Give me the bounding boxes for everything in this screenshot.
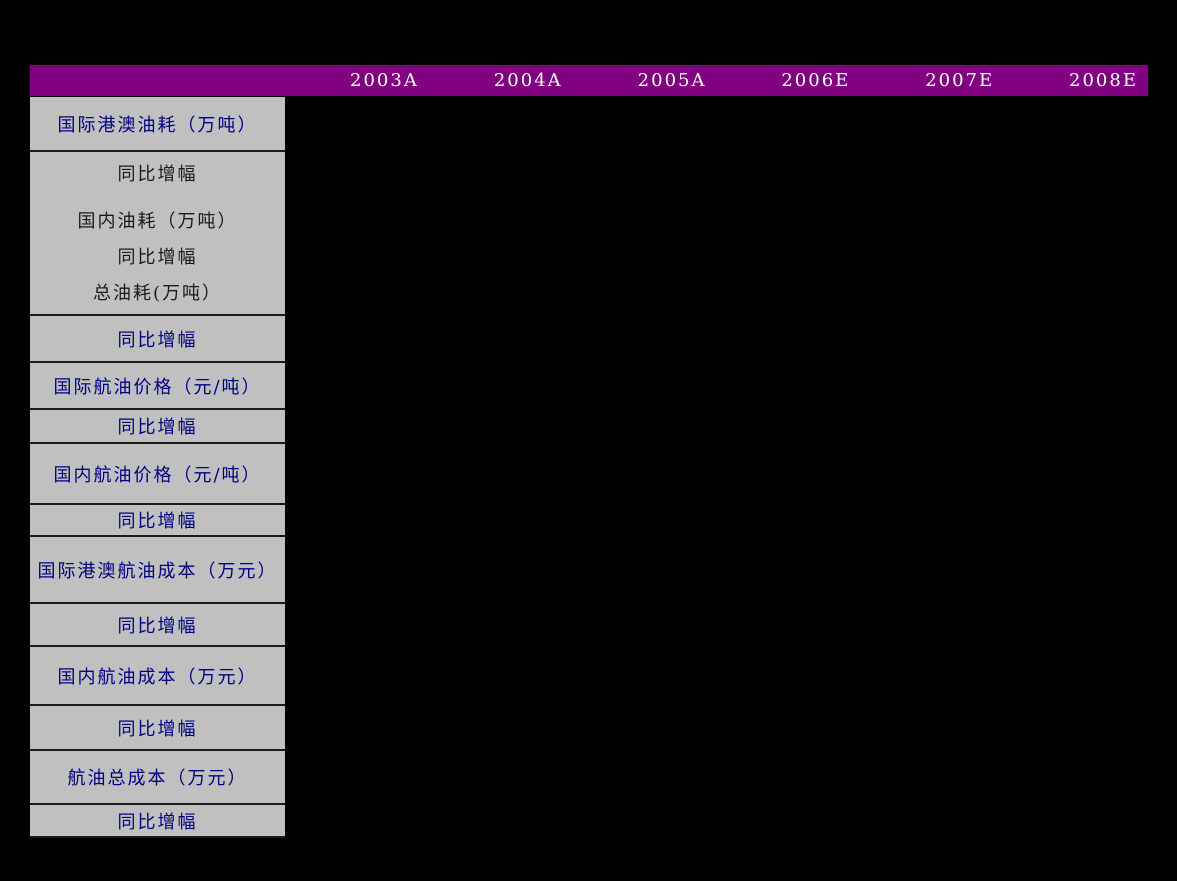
year-header-2005a: 2005A (637, 70, 707, 91)
row-header-intl-hk-macau-oil-consumption: 国际港澳油耗（万吨） (30, 97, 285, 152)
year-header-row: 2003A 2004A 2005A 2006E 2007E 2008E (30, 65, 1148, 96)
row-header-yoy-growth-domestic-cost: 同比增幅 (30, 706, 285, 751)
row-header-yoy-growth-total-consumption: 同比增幅 (30, 316, 285, 363)
row-header-yoy-growth-total-cost: 同比增幅 (30, 805, 285, 838)
row-header-domestic-jet-fuel-price: 国内航油价格（元/吨） (30, 444, 285, 505)
row-header-intl-hk-macau-jet-fuel-cost: 国际港澳航油成本（万元） (30, 537, 285, 604)
year-header-2008e: 2008E (1069, 70, 1138, 91)
row-header-total-jet-fuel-cost: 航油总成本（万元） (30, 751, 285, 805)
header-spacer (30, 65, 285, 96)
row-header-yoy-growth-intl-cost: 同比增幅 (30, 604, 285, 647)
row-header-yoy-growth-domestic-consumption: 同比增幅 (117, 247, 198, 268)
row-header-intl-jet-fuel-price: 国际航油价格（元/吨） (30, 363, 285, 410)
financial-forecast-table: 2003A 2004A 2005A 2006E 2007E 2008E 国际港澳… (0, 0, 1177, 881)
year-header-2006e: 2006E (781, 70, 851, 91)
year-header-2007e: 2007E (925, 70, 995, 91)
row-header-total-oil-consumption: 总油耗(万吨） (92, 283, 223, 304)
row-header-domestic-jet-fuel-cost: 国内航油成本（万元） (30, 647, 285, 706)
row-header-yoy-growth-domestic-price: 同比增幅 (30, 505, 285, 537)
row-header-domestic-oil-consumption: 国内油耗（万吨） (77, 211, 238, 232)
row-header-yoy-growth-intl-price: 同比增幅 (30, 410, 285, 444)
row-header-column: 国际港澳油耗（万吨） 同比增幅 国内油耗（万吨） 同比增幅 总油耗(万吨） 同比… (30, 97, 285, 838)
year-header-2003a: 2003A (350, 70, 419, 91)
row-header-yoy-growth-intl-consumption: 同比增幅 (117, 164, 198, 185)
year-header-2004a: 2004A (493, 70, 563, 91)
row-header-consumption-group-cell: 同比增幅 国内油耗（万吨） 同比增幅 总油耗(万吨） (30, 152, 285, 316)
